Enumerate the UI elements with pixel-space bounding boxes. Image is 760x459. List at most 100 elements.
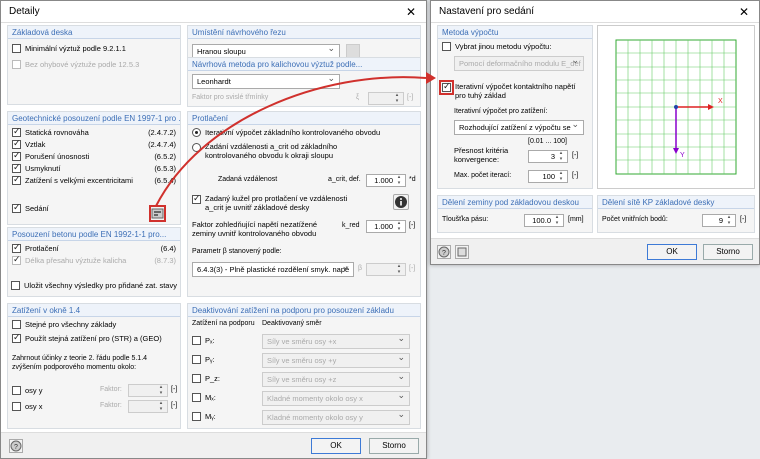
label: Statická rovnováha [25,128,89,137]
inner-points-input[interactable]: 9 [702,214,736,227]
checkbox[interactable] [12,150,21,161]
protlaceni-option[interactable]: Protlačení (6.4) [12,242,176,253]
sedani-option[interactable]: Sedání [12,202,49,213]
checkbox[interactable] [192,336,201,345]
label: Pₓ: [205,336,215,345]
checkbox[interactable] [12,242,21,253]
same-for-all-option[interactable]: Stejné pro všechny základy [12,320,116,329]
checkbox[interactable] [12,402,21,411]
details-titlebar: Detaily ✕ [1,1,426,23]
defaults-icon [457,247,467,257]
max-iter-input[interactable]: 100 [528,170,568,183]
reduction-input[interactable]: 1.000 [366,220,406,233]
group-title: Protlačení [188,112,420,125]
label: Iterativní výpočet základního kontrolova… [205,128,381,137]
settlement-settings-button[interactable] [149,205,166,222]
axis-x-option[interactable]: osy x [12,402,43,411]
checkbox[interactable] [12,162,21,173]
geotech-item[interactable]: Vztlak (2.4.7.4) [12,138,176,149]
checkbox[interactable] [12,332,21,343]
convergence-input[interactable]: 3 [528,150,568,163]
deact-row[interactable]: P_z: [192,374,220,383]
cancel-button[interactable]: Storno [703,244,753,260]
settlement-title: Nastavení pro sedání [439,6,535,17]
axis-y-option[interactable]: osy y [12,386,43,395]
group-geotech: Geotechnické posouzení podle EN 1997-1 p… [7,111,181,225]
svg-text:?: ? [442,250,446,257]
iterative-option[interactable]: Iterativní výpočet základního kontrolova… [192,128,380,137]
y-axis-label: Y [680,152,685,159]
label: osy y [25,386,43,395]
label: Mᵧ: [205,412,216,421]
design-method-select[interactable]: Leonhardt [192,74,340,89]
group-deleni-site: Dělení sítě KP základové desky Počet vni… [597,195,755,233]
other-method-option[interactable]: Vybrat jinou metodu výpočtu: [442,42,551,51]
label: Minimální výztuž podle 9.2.1.1 [25,44,126,53]
factor-y-input [128,384,168,397]
ok-button[interactable]: OK [647,244,697,260]
help-icon: ? [438,246,450,258]
checkbox[interactable] [192,355,201,364]
deact-row[interactable]: Pᵧ: [192,355,215,364]
checkbox[interactable] [11,281,20,290]
checkbox[interactable] [442,42,451,51]
beta-method-select[interactable]: 6.4.3(3) - Plně plastické rozdělení smyk… [192,262,354,277]
inner-points-label: Počet vnitřních bodů: [602,216,668,223]
details-dialog: Detaily ✕ Základová deska Minimální výzt… [0,0,427,459]
cone-option[interactable]: Zadaný kužel pro protlačení ve vzdálenos… [192,193,355,212]
geotech-item[interactable]: Zatížení s velkými excentricitami (6.5.4) [12,174,176,185]
factor-label: Faktor: [100,402,122,409]
checkbox[interactable] [12,138,21,149]
iter-load-select[interactable]: Rozhodující zatížení z výpočtu se [454,120,584,135]
geotech-item[interactable]: Usmyknutí (6.5.3) [12,162,176,173]
deact-row[interactable]: Mₓ: [192,393,216,402]
radio[interactable] [192,143,201,152]
iterative-contact-option[interactable]: Iterativní výpočet kontaktního napětí pr… [439,80,585,100]
thickness-input[interactable]: 100.0 [524,214,564,227]
thickness-label: Tloušťka pásu: [442,216,489,223]
checkbox[interactable] [12,44,21,53]
checkbox[interactable] [439,80,454,95]
distance-label: Zadaná vzdálenost [218,176,278,183]
info-button[interactable] [393,194,409,210]
checkbox[interactable] [192,393,201,402]
radio[interactable] [192,128,201,137]
deact-row[interactable]: Mᵧ: [192,412,216,421]
deact-row[interactable]: Pₓ: [192,336,215,345]
details-footer: ? OK Storno [1,432,426,458]
checkbox[interactable] [192,193,201,204]
geotech-item[interactable]: Statická rovnováha (2.4.7.2) [12,126,176,137]
checkbox[interactable] [192,412,201,421]
min-reinforcement-option[interactable]: Minimální výztuž podle 9.2.1.1 [12,44,126,53]
col-header-direction: Deaktivovaný směr [262,320,322,327]
group-title: Umístění návrhového řezu [188,26,420,39]
beta-input [366,263,406,276]
label: Iterativní výpočet kontaktního napětí pr… [455,82,576,100]
checkbox[interactable] [12,202,21,213]
save-results-option[interactable]: Uložit všechny výsledky pro přidané zat.… [11,281,177,290]
kred-symbol: k_red [342,222,360,229]
close-icon[interactable]: ✕ [729,5,759,19]
x-axis-label: X [718,98,723,105]
ok-button[interactable]: OK [311,438,361,454]
checkbox[interactable] [192,374,201,383]
checkbox[interactable] [12,386,21,395]
distance-input[interactable]: 1.000 [366,174,406,187]
help-button[interactable]: ? [9,439,23,453]
ref: (6.5.3) [154,164,176,173]
help-button[interactable]: ? [437,245,451,259]
defaults-button[interactable] [455,245,469,259]
same-str-geo-option[interactable]: Použít stejná zatížení pro (STR) a (GEO) [12,332,162,343]
checkbox[interactable] [12,174,21,185]
close-icon[interactable]: ✕ [396,5,426,19]
settlement-footer: ? OK Storno [431,238,759,264]
checkbox[interactable] [12,126,21,137]
checkbox[interactable] [12,320,21,329]
label: Protlačení [25,244,59,253]
range-label: [0.01 ... 100] [528,138,567,145]
info-icon [395,196,407,208]
geotech-item[interactable]: Porušení únosnosti (6.5.2) [12,150,176,161]
ref: (2.4.7.2) [148,128,176,137]
distance-option[interactable]: Zadání vzdálenosti a_crit od základního … [192,142,355,160]
cancel-button[interactable]: Storno [369,438,419,454]
